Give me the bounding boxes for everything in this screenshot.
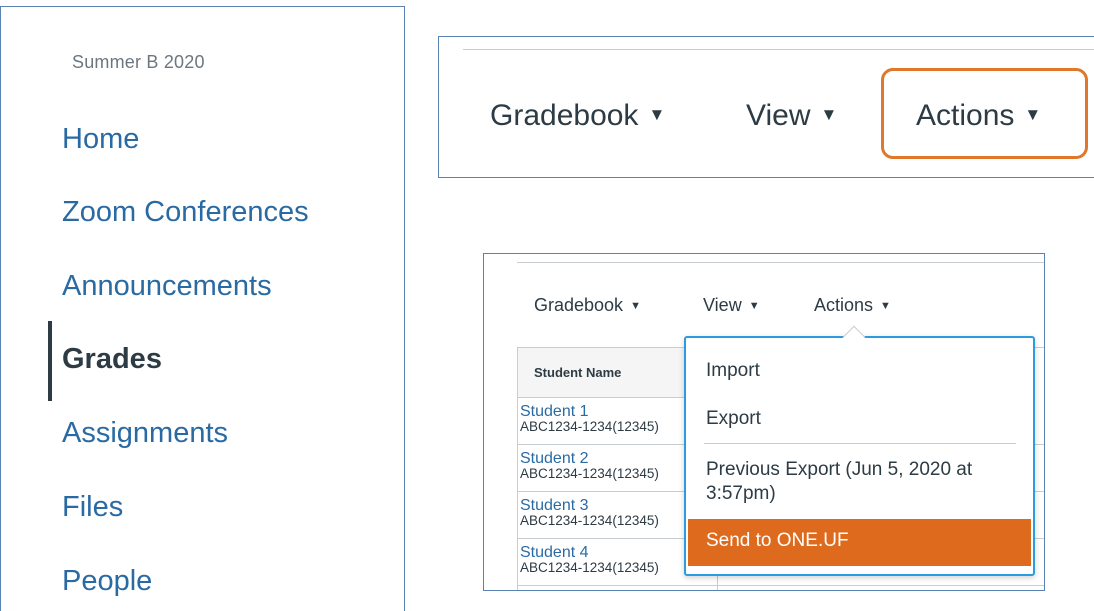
view-menu-label: View [703,295,742,315]
nav-item-home[interactable]: Home [62,123,139,156]
nav-item-files[interactable]: Files [62,491,123,524]
view-menu-label: View [746,99,811,132]
menu-item-previous-export[interactable]: Previous Export (Jun 5, 2020 at 3:57pm) [706,458,1016,506]
nav-item-grades[interactable]: Grades [62,343,162,376]
menu-separator [704,443,1016,444]
gradebook-menu-button[interactable]: Gradebook ▼ [490,99,665,133]
term-label: Summer B 2020 [72,52,205,72]
actions-menu-button[interactable]: Actions ▼ [916,99,1041,133]
nav-item-people[interactable]: People [62,565,152,598]
nav-item-zoom-conferences[interactable]: Zoom Conferences [62,196,309,229]
active-item-indicator [48,321,52,401]
gradebook-screenshot: Gradebook ▼ View ▼ Actions ▼ Student Name S… [483,253,1045,591]
actions-menu-label: Actions [916,99,1015,132]
caret-down-icon: ▼ [820,105,838,124]
caret-down-icon: ▼ [630,300,641,312]
course-navigation: Summer B 2020 Home Zoom Conferences Anno… [0,6,405,611]
gradebook-header-zoom: Gradebook ▼ View ▼ Actions ▼ [438,36,1094,178]
gradebook-menu-label: Gradebook [490,99,639,132]
caret-down-icon: ▼ [648,105,666,124]
view-menu-button[interactable]: View ▼ [746,99,837,133]
gradebook-menu-button[interactable]: Gradebook ▼ [534,295,641,316]
caret-down-icon: ▼ [1024,105,1042,124]
divider [517,262,1044,263]
actions-menu-button[interactable]: Actions ▼ [814,295,891,316]
nav-item-announcements[interactable]: Announcements [62,270,272,303]
nav-item-assignments[interactable]: Assignments [62,417,228,450]
gradebook-menu-label: Gradebook [534,295,624,315]
caret-down-icon: ▼ [880,300,891,312]
actions-menu-label: Actions [814,295,874,315]
menu-item-export[interactable]: Export [706,407,761,431]
view-menu-button[interactable]: View ▼ [703,295,760,316]
caret-down-icon: ▼ [748,300,760,312]
menu-item-send-to-one-uf[interactable]: Send to ONE.UF [688,519,1031,566]
menu-item-import[interactable]: Import [706,359,760,383]
dropdown-pointer [842,325,866,349]
actions-dropdown-menu: Import Export Previous Export (Jun 5, 20… [684,325,1035,576]
divider [463,49,1094,50]
